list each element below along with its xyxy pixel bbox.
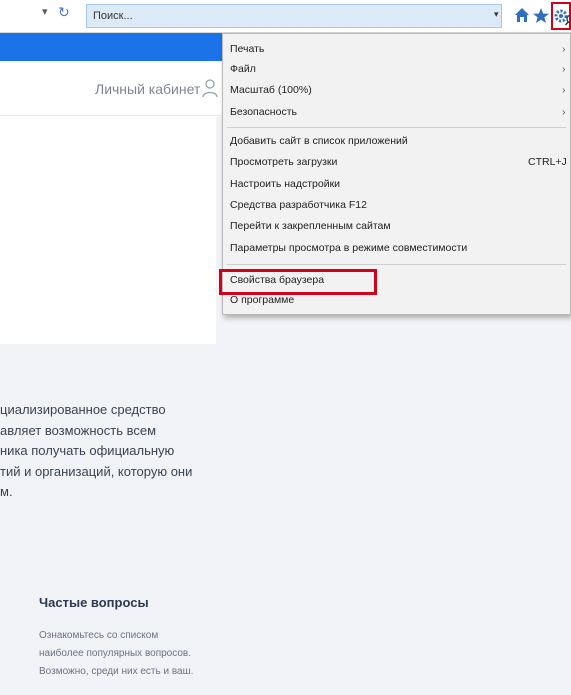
faq-title-link[interactable]: Частые вопросы <box>39 594 149 612</box>
menu-item-label: Параметры просмотра в режиме совместимос… <box>230 242 468 254</box>
menu-item-print[interactable]: Печать › <box>223 39 570 60</box>
refresh-icon[interactable]: ↻ <box>58 2 70 22</box>
menu-item-label: Настроить надстройки <box>230 178 341 190</box>
content-panel <box>0 117 216 344</box>
description-line: циализированное средство <box>0 402 166 417</box>
menu-item-about[interactable]: О программе <box>223 290 570 311</box>
menu-item-security[interactable]: Безопасность › <box>223 102 570 123</box>
menu-item-label: Печать <box>230 43 265 55</box>
menu-item-manage-addons[interactable]: Настроить надстройки <box>223 174 570 195</box>
submenu-arrow-icon: › <box>562 43 566 55</box>
submenu-arrow-icon: › <box>562 84 566 96</box>
browser-window: ▾ ↻ Поиск... ▾ Личный кабинет циализиров… <box>0 0 571 695</box>
menu-item-developer-tools[interactable]: Средства разработчика F12 <box>223 195 570 216</box>
home-icon <box>515 8 529 22</box>
user-icon[interactable] <box>202 78 218 98</box>
menu-item-label: Добавить сайт в список приложений <box>230 135 408 147</box>
description-line: м. <box>0 484 13 499</box>
tools-menu: Печать › Файл › Масштаб (100%) › Безопас… <box>219 33 571 315</box>
search-placeholder: Поиск... <box>93 10 133 22</box>
menu-item-add-site-to-apps[interactable]: Добавить сайт в список приложений <box>223 131 570 152</box>
menu-item-shortcut: CTRL+J <box>528 156 567 168</box>
menu-item-label: Просмотреть загрузки <box>230 156 338 168</box>
menu-item-view-downloads[interactable]: Просмотреть загрузки CTRL+J <box>223 152 570 173</box>
menu-item-label: Свойства браузера <box>230 274 325 286</box>
menu-item-pinned-sites[interactable]: Перейти к закрепленным сайтам <box>223 216 570 237</box>
description-line: ника получать официальную <box>0 443 175 458</box>
home-button[interactable] <box>513 4 531 28</box>
menu-item-label: Файл <box>230 63 256 75</box>
menu-item-label: Масштаб (100%) <box>230 84 312 96</box>
submenu-arrow-icon: › <box>562 106 566 118</box>
menu-item-zoom[interactable]: Масштаб (100%) › <box>223 80 570 101</box>
service-description: циализированное средство авляет возможно… <box>0 400 230 503</box>
menu-item-file[interactable]: Файл › <box>223 59 570 80</box>
menu-item-internet-options[interactable]: Свойства браузера <box>219 269 570 295</box>
favorites-button[interactable] <box>532 4 550 28</box>
star-icon <box>533 8 549 23</box>
address-dropdown-icon[interactable]: ▾ <box>42 4 48 20</box>
menu-item-label: Перейти к закрепленным сайтам <box>230 220 391 232</box>
personal-cabinet-link[interactable]: Личный кабинет <box>95 80 200 98</box>
menu-separator <box>227 127 566 128</box>
menu-item-compatibility-view[interactable]: Параметры просмотра в режиме совместимос… <box>223 238 570 259</box>
faq-line: наиболее популярных вопросов. <box>39 648 192 659</box>
browser-toolbar: ▾ ↻ Поиск... ▾ <box>0 0 571 33</box>
menu-item-label: Средства разработчика F12 <box>230 199 367 211</box>
search-input[interactable]: Поиск... <box>86 4 571 28</box>
description-line: тий и организаций, которую они <box>0 463 193 479</box>
menu-separator <box>227 264 566 265</box>
faq-line: Ознакомьтесь со списком <box>39 630 159 641</box>
faq-description: Ознакомьтесь со списком наиболее популяр… <box>39 627 193 681</box>
submenu-arrow-icon: › <box>562 63 566 75</box>
faq-line: Возможно, среди них есть и ваш. <box>39 666 194 677</box>
menu-item-label: О программе <box>230 294 295 306</box>
description-line: авляет возможность всем <box>0 422 157 438</box>
tools-button[interactable] <box>551 2 571 30</box>
menu-item-label: Безопасность <box>230 106 297 118</box>
gear-icon <box>554 9 568 23</box>
search-dropdown-icon[interactable]: ▾ <box>494 9 499 20</box>
